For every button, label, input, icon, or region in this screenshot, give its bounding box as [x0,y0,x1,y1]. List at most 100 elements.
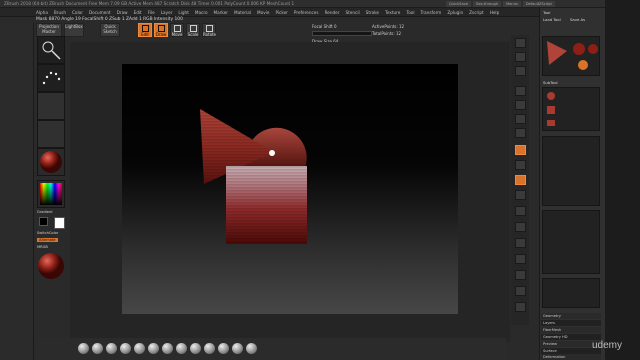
save-as-button[interactable]: Save As [570,17,585,22]
menu-item-material[interactable]: Material [234,10,251,15]
menu-item-brush[interactable]: Brush [54,10,66,15]
alpha-icon[interactable] [37,92,65,120]
subtool-panel-body [542,136,600,206]
tool-header[interactable]: Tool [543,10,550,15]
secondary-color-swatch[interactable] [39,217,48,226]
menu-item-zplugin[interactable]: Zplugin [447,10,463,15]
alternate-button[interactable]: Alternate [37,238,58,242]
brush-thumbnail-icon[interactable] [92,343,103,354]
menu-item-macro[interactable]: Macro [195,10,208,15]
brush-thumbnail-icon[interactable] [176,343,187,354]
menu-item-tool[interactable]: Tool [406,10,414,15]
tool-thumbnails[interactable] [542,36,600,76]
deformation-row[interactable]: Deformation [541,354,601,360]
solo-icon[interactable] [515,302,526,312]
subtool-actions [542,278,600,308]
brush-thumbnail-icon[interactable] [246,343,257,354]
see-through-button[interactable]: See-through [472,1,502,7]
layers-row[interactable]: Layers [541,320,601,326]
scale-view-icon[interactable] [515,222,526,232]
subtool-cone-icon[interactable] [547,120,555,126]
scroll-icon[interactable] [515,66,526,76]
bpr-icon[interactable] [515,38,526,48]
floor-icon[interactable] [515,145,526,155]
texture-icon[interactable] [37,120,65,148]
menu-item-marker[interactable]: Marker [214,10,228,15]
subtool-header[interactable]: SubTool [543,80,558,85]
rotate-button[interactable]: Rotate [202,23,216,37]
document-canvas[interactable] [122,64,458,314]
dots-stroke-icon[interactable] [37,64,65,92]
material-preview-sphere[interactable] [37,252,65,280]
move-view-icon[interactable] [515,206,526,216]
menu-item-edit[interactable]: Edit [134,10,142,15]
subtool-list[interactable] [542,87,600,131]
canvas-artwork [200,109,307,244]
frame-icon[interactable] [515,190,526,200]
geometry-row[interactable]: Geometry [541,313,601,319]
quick-sketch-button[interactable]: Quick Sketch [100,23,120,37]
transp-icon[interactable] [515,270,526,280]
aahalf-icon[interactable] [515,114,526,124]
menu-item-stencil[interactable]: Stencil [345,10,359,15]
brush-thumbnail-icon[interactable] [162,343,173,354]
menu-item-draw[interactable]: Draw [117,10,128,15]
menu-item-help[interactable]: Help [490,10,500,15]
draw-button[interactable]: Draw [154,23,168,37]
scale-button[interactable]: Scale [186,23,200,37]
focal-shift-slider[interactable] [312,31,372,36]
brush-thumbnail-icon[interactable] [106,343,117,354]
edit-button[interactable]: Edit [138,23,152,37]
focal-shift-label: Focal Shift 0 [312,24,337,29]
color-gradient-swatch[interactable] [40,183,62,205]
menu-item-document[interactable]: Document [89,10,111,15]
left-tray [0,23,34,360]
menu-item-file[interactable]: File [148,10,155,15]
menu-item-transform[interactable]: Transform [420,10,441,15]
menu-item-layer[interactable]: Layer [161,10,173,15]
persp-icon[interactable] [515,128,526,138]
material-sphere-icon[interactable] [37,148,65,176]
menu-item-preferences[interactable]: Preferences [294,10,319,15]
load-tool-button[interactable]: Load Tool [543,17,561,22]
default-zscript-button[interactable]: DefaultZScript [522,1,555,7]
brush-thumbnail-icon[interactable] [218,343,229,354]
menu-item-color[interactable]: Color [72,10,83,15]
subtool-sphere-icon[interactable] [547,92,555,100]
brush-thumbnail-icon[interactable] [148,343,159,354]
zoom-icon[interactable] [515,86,526,96]
standard-brush-icon[interactable] [37,36,65,64]
menu-item-render[interactable]: Render [325,10,340,15]
spix-icon[interactable] [515,52,526,62]
subtool-cube-icon[interactable] [547,106,555,114]
projection-master-button[interactable]: Projection Master [36,23,62,37]
color-picker-icon[interactable] [37,180,65,208]
brush-thumbnail-icon[interactable] [78,343,89,354]
brush-thumbnail-icon[interactable] [134,343,145,354]
menu-item-stroke[interactable]: Stroke [366,10,379,15]
brush-thumbnail-icon[interactable] [190,343,201,354]
menu-item-picker[interactable]: Picker [275,10,287,15]
brush-thumbnail-icon[interactable] [120,343,131,354]
local-icon[interactable] [515,160,526,170]
fibermesh-row[interactable]: FiberMesh [541,327,601,333]
menus-button[interactable]: Menus [503,1,521,7]
menu-item-movie[interactable]: Movie [257,10,269,15]
menu-item-texture[interactable]: Texture [385,10,400,15]
polyf-icon[interactable] [515,254,526,264]
primary-color-swatch[interactable] [54,217,65,229]
menu-item-alpha[interactable]: Alpha [36,10,48,15]
brush-thumbnail-icon[interactable] [204,343,215,354]
rotate-view-icon[interactable] [515,238,526,248]
brush-thumbnail-icon[interactable] [232,343,243,354]
quicksave-button[interactable]: QuickSave [446,1,471,7]
move-button[interactable]: Move [170,23,184,37]
menu-item-light[interactable]: Light [178,10,188,15]
xyz-icon[interactable] [515,175,526,185]
mrgb-label[interactable]: MRGB [37,245,48,249]
lightbox-button[interactable]: LightBox [64,23,84,37]
actual-icon[interactable] [515,100,526,110]
ghost-icon[interactable] [515,286,526,296]
switch-color-label[interactable]: SwitchColor [37,231,58,235]
menu-item-zscript[interactable]: Zscript [469,10,484,15]
